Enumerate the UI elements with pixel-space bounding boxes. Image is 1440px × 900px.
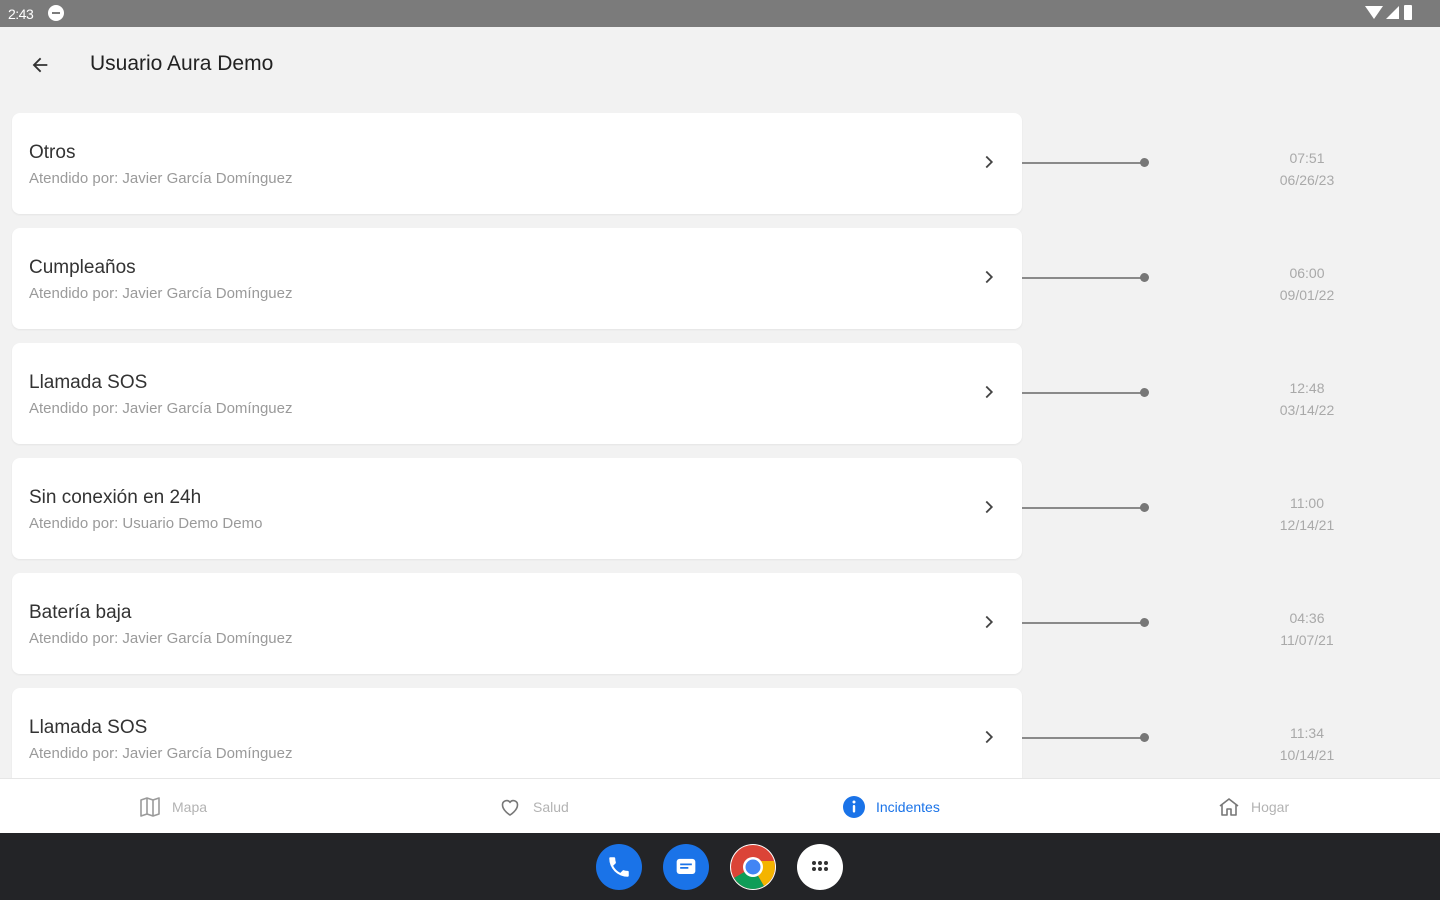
incident-attended-by: Atendido por: Usuario Demo Demo — [29, 515, 263, 532]
timeline-line — [1022, 162, 1144, 164]
incident-timestamp: 11:00 12/14/21 — [1257, 492, 1357, 536]
timeline-line — [1022, 507, 1144, 509]
incident-attended-by: Atendido por: Javier García Domínguez — [29, 170, 293, 187]
incident-timestamp: 12:48 03/14/22 — [1257, 377, 1357, 421]
map-icon — [140, 796, 160, 817]
back-button[interactable] — [20, 45, 60, 85]
chrome-icon — [731, 845, 775, 889]
heart-icon — [501, 799, 519, 816]
do-not-disturb-icon — [48, 5, 64, 21]
incident-card[interactable]: Llamada SOS Atendido por: Javier García … — [12, 343, 1022, 444]
timeline-line — [1022, 622, 1144, 624]
incident-row: Batería baja Atendido por: Javier García… — [0, 573, 1440, 674]
phone-app[interactable] — [596, 844, 642, 890]
chevron-right-icon — [985, 155, 994, 169]
incident-title: Otros — [29, 142, 76, 163]
signal-icon — [1386, 6, 1399, 19]
nav-item-hogar[interactable]: Hogar — [1217, 779, 1289, 834]
incident-timestamp: 07:51 06/26/23 — [1257, 147, 1357, 191]
app-bar: Usuario Aura Demo — [0, 27, 1440, 101]
timeline-line — [1022, 737, 1144, 739]
arrow-back-icon — [32, 57, 48, 73]
incident-title: Batería baja — [29, 602, 132, 623]
incident-title: Llamada SOS — [29, 372, 148, 393]
timeline-line — [1022, 277, 1144, 279]
battery-icon — [1404, 5, 1412, 20]
timeline-dot — [1140, 733, 1149, 742]
timeline-dot — [1140, 618, 1149, 627]
incident-date: 09/01/22 — [1279, 287, 1335, 303]
incident-date: 06/26/23 — [1279, 172, 1335, 188]
home-icon — [1219, 797, 1239, 816]
timeline-dot — [1140, 503, 1149, 512]
system-dock — [0, 833, 1440, 900]
chevron-right-icon — [985, 385, 994, 399]
timeline-dot — [1140, 273, 1149, 282]
nav-item-incidentes[interactable]: Incidentes — [842, 779, 940, 834]
incident-time: 11:34 — [1290, 725, 1324, 741]
app-drawer-icon — [812, 861, 828, 871]
incident-date: 03/14/22 — [1279, 402, 1335, 418]
incident-row: Sin conexión en 24h Atendido por: Usuari… — [0, 458, 1440, 559]
nav-label-salud: Salud — [533, 798, 569, 815]
incident-time: 07:51 — [1289, 150, 1325, 166]
incident-time: 12:48 — [1289, 380, 1325, 396]
status-icons — [1365, 5, 1412, 20]
wifi-icon — [1365, 6, 1383, 19]
messages-icon — [676, 858, 696, 874]
phone-icon — [609, 857, 629, 877]
chevron-right-icon — [985, 615, 994, 629]
incident-row: Llamada SOS Atendido por: Javier García … — [0, 343, 1440, 444]
incident-time: 06:00 — [1289, 265, 1325, 281]
nav-label-mapa: Mapa — [172, 798, 208, 815]
incident-title: Sin conexión en 24h — [29, 487, 202, 508]
incident-card[interactable]: Batería baja Atendido por: Javier García… — [12, 573, 1022, 674]
chevron-right-icon — [985, 500, 994, 514]
incident-time: 11:00 — [1290, 495, 1324, 511]
app-drawer[interactable] — [797, 844, 843, 890]
chevron-right-icon — [985, 270, 994, 284]
incident-card[interactable]: Sin conexión en 24h Atendido por: Usuari… — [12, 458, 1022, 559]
incident-date: 12/14/21 — [1279, 517, 1335, 533]
nav-label-incidentes: Incidentes — [876, 798, 940, 815]
incident-row: Cumpleaños Atendido por: Javier García D… — [0, 228, 1440, 329]
incident-attended-by: Atendido por: Javier García Domínguez — [29, 630, 293, 647]
incident-card[interactable]: Otros Atendido por: Javier García Domíng… — [12, 113, 1022, 214]
incident-card[interactable]: Llamada SOS Atendido por: Javier García … — [12, 688, 1022, 778]
incident-attended-by: Atendido por: Javier García Domínguez — [29, 285, 293, 302]
status-time: 2:43 — [8, 6, 34, 22]
incident-attended-by: Atendido por: Javier García Domínguez — [29, 400, 293, 417]
timeline-dot — [1140, 388, 1149, 397]
nav-item-salud[interactable]: Salud — [497, 779, 569, 834]
timeline-dot — [1140, 158, 1149, 167]
nav-item-mapa[interactable]: Mapa — [138, 779, 207, 834]
incident-card[interactable]: Cumpleaños Atendido por: Javier García D… — [12, 228, 1022, 329]
timeline-line — [1022, 392, 1144, 394]
incident-attended-by: Atendido por: Javier García Domínguez — [29, 745, 293, 762]
incident-row: Otros Atendido por: Javier García Domíng… — [0, 113, 1440, 214]
incident-list: Otros Atendido por: Javier García Domíng… — [0, 101, 1440, 778]
info-icon — [843, 795, 865, 818]
incident-timestamp: 06:00 09/01/22 — [1257, 262, 1357, 306]
incident-date: 11/07/21 — [1280, 632, 1334, 648]
chevron-right-icon — [985, 730, 994, 744]
messages-app[interactable] — [663, 844, 709, 890]
nav-label-hogar: Hogar — [1251, 798, 1290, 815]
incident-title: Cumpleaños — [29, 257, 136, 278]
incident-title: Llamada SOS — [29, 717, 148, 738]
status-bar: 2:43 — [0, 0, 1440, 27]
incident-timestamp: 11:34 10/14/21 — [1257, 722, 1357, 766]
incident-time: 04:36 — [1289, 610, 1325, 626]
incident-date: 10/14/21 — [1279, 747, 1335, 763]
page-title: Usuario Aura Demo — [90, 52, 274, 75]
chrome-app[interactable] — [730, 844, 776, 890]
incident-row: Llamada SOS Atendido por: Javier García … — [0, 688, 1440, 778]
bottom-navigation: Mapa Salud Incidentes Hogar — [0, 778, 1440, 833]
incident-timestamp: 04:36 11/07/21 — [1257, 607, 1357, 651]
